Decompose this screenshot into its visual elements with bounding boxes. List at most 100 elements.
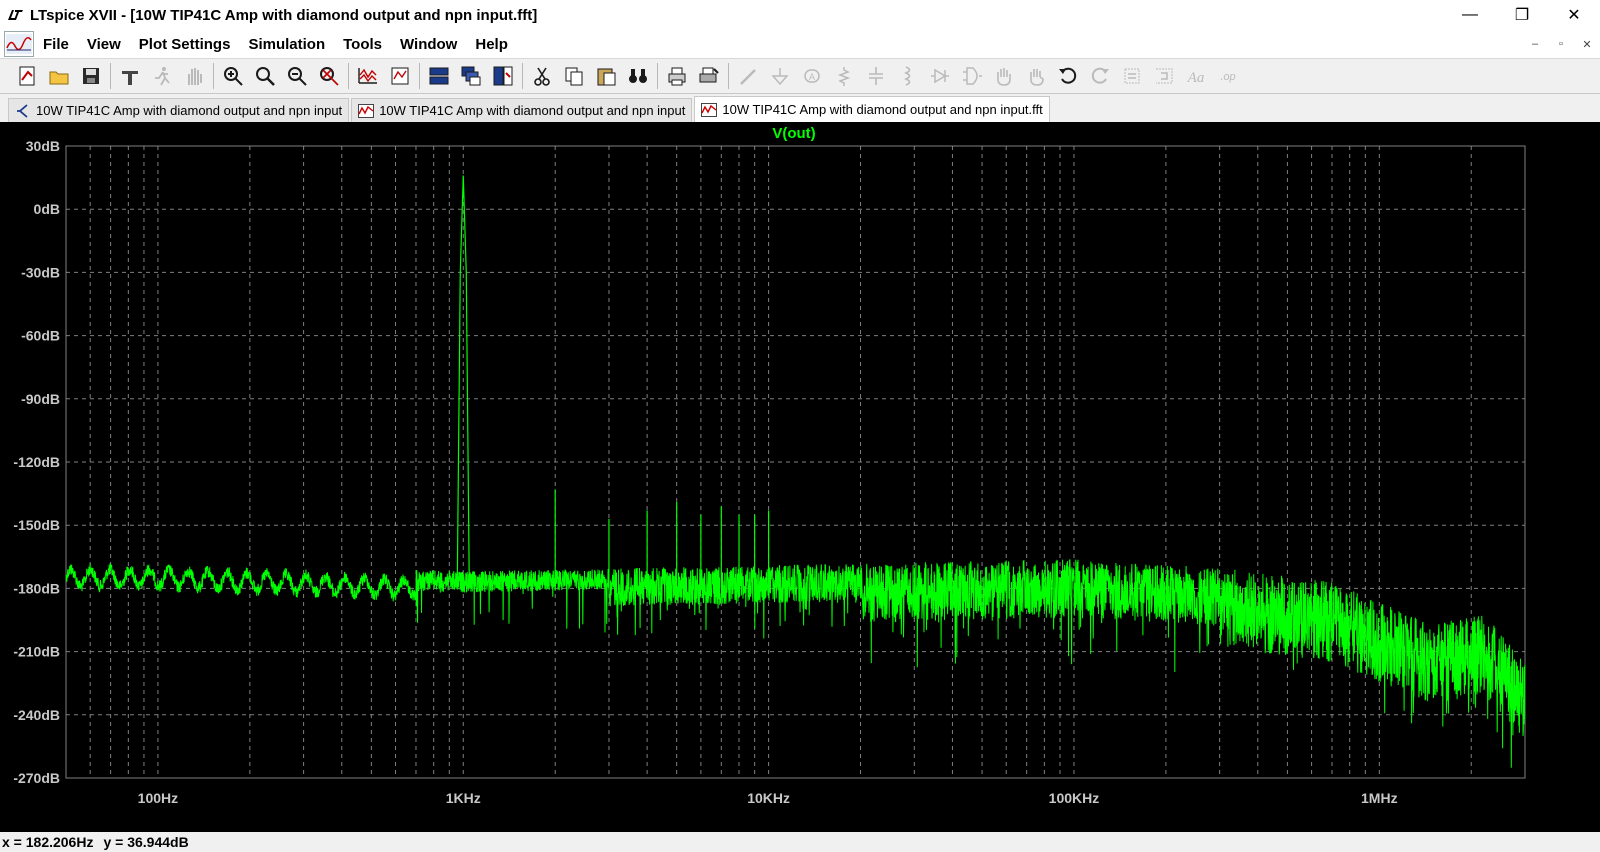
menu-tools[interactable]: Tools — [334, 36, 391, 53]
rotate-button[interactable] — [1119, 63, 1145, 89]
drag-hand-icon — [1030, 69, 1044, 86]
svg-text:Aa: Aa — [1187, 70, 1205, 86]
diode-button[interactable] — [927, 63, 953, 89]
new-schematic-button[interactable] — [14, 63, 40, 89]
plot-window-icon[interactable] — [4, 31, 34, 57]
toolbar-separator — [213, 63, 214, 89]
x-tick-label: 100Hz — [138, 790, 178, 806]
run-running-man-button[interactable] — [149, 63, 175, 89]
tab-schematic[interactable]: 10W TIP41C Amp with diamond output and n… — [8, 98, 350, 122]
y-tick-label: 0dB — [34, 201, 60, 217]
text-icon: Aa — [1187, 70, 1205, 86]
svg-text:.op: .op — [1220, 71, 1235, 83]
resistor-button[interactable] — [831, 63, 857, 89]
copy-button[interactable] — [561, 63, 587, 89]
tile-horizontal-button[interactable] — [426, 63, 452, 89]
control-panel-hammer-button[interactable] — [117, 63, 143, 89]
menu-window[interactable]: Window — [391, 36, 466, 53]
zoom-out-button[interactable] — [284, 63, 310, 89]
tile-vertical-button[interactable] — [490, 63, 516, 89]
diode-icon — [931, 68, 949, 84]
fft-chart[interactable]: 30dB 0dB -30dB -60dB -90dB -120dB -150dB -180dB… — [0, 122, 1600, 832]
x-tick-label: 10KHz — [747, 790, 790, 806]
draw-wire-button[interactable] — [735, 63, 761, 89]
zoom-box-button[interactable] — [252, 63, 278, 89]
draw-wire-icon — [740, 69, 756, 85]
mirror-icon — [1156, 68, 1173, 84]
menu-help[interactable]: Help — [466, 36, 517, 53]
y-tick-label: -60dB — [21, 328, 60, 344]
menu-file[interactable]: File — [34, 36, 78, 53]
title-bar: LTspice XVII - [10W TIP41C Amp with diam… — [0, 0, 1600, 30]
print-button[interactable] — [664, 63, 690, 89]
label-net-button[interactable]: A — [799, 63, 825, 89]
mdi-close-button[interactable]: ✕ — [1574, 30, 1600, 58]
print-setup-button[interactable] — [696, 63, 722, 89]
window-title: LTspice XVII - [10W TIP41C Amp with diam… — [30, 6, 538, 24]
menu-plot-settings[interactable]: Plot Settings — [130, 36, 240, 53]
trace-vout-noise[interactable] — [65, 559, 1526, 768]
redo-button[interactable] — [1087, 63, 1113, 89]
svg-text:A: A — [809, 72, 815, 82]
y-tick-label: -240dB — [13, 707, 60, 723]
tab-label: 10W TIP41C Amp with diamond output and n… — [379, 103, 686, 118]
menu-bar: File View Plot Settings Simulation Tools… — [0, 30, 1600, 58]
paste-button[interactable] — [593, 63, 619, 89]
tile-horizontal-icon — [429, 67, 449, 85]
x-tick-label: 1MHz — [1361, 790, 1398, 806]
find-binoculars-icon — [629, 69, 647, 83]
x-tick-label: 1KHz — [446, 790, 481, 806]
y-tick-label: -90dB — [21, 391, 60, 407]
text-button[interactable]: Aa — [1183, 63, 1209, 89]
halt-hand-button[interactable] — [181, 63, 207, 89]
zoom-cancel-button[interactable] — [316, 63, 342, 89]
open-folder-button[interactable] — [46, 63, 72, 89]
y-tick-label: -120dB — [13, 454, 60, 470]
menu-view[interactable]: View — [78, 36, 130, 53]
pick-visible-traces-button[interactable] — [387, 63, 413, 89]
mdi-minimize-button[interactable]: – — [1522, 30, 1548, 58]
minimize-button[interactable]: — — [1444, 0, 1496, 30]
move-hand-icon — [997, 68, 1011, 86]
menu-simulation[interactable]: Simulation — [239, 36, 334, 53]
undo-icon — [1059, 67, 1077, 84]
close-button[interactable]: ✕ — [1548, 0, 1600, 30]
y-tick-label: -150dB — [13, 517, 60, 533]
mdi-restore-button[interactable]: ▫ — [1548, 30, 1574, 58]
tab-waveform[interactable]: 10W TIP41C Amp with diamond output and n… — [351, 98, 693, 122]
autorange-plot-button[interactable] — [355, 63, 381, 89]
tab-fft[interactable]: 10W TIP41C Amp with diamond output and n… — [694, 96, 1050, 122]
toolbar-separator — [419, 63, 420, 89]
autorange-plot-icon — [358, 68, 377, 84]
inductor-icon — [903, 66, 911, 86]
new-schematic-icon — [19, 66, 35, 86]
ground-icon — [771, 68, 789, 86]
component-button[interactable] — [959, 63, 985, 89]
drag-hand-button[interactable] — [1023, 63, 1049, 89]
trace-label-vout[interactable]: V(out) — [772, 125, 815, 142]
cut-scissors-button[interactable] — [529, 63, 555, 89]
find-binoculars-button[interactable] — [625, 63, 651, 89]
ground-button[interactable] — [767, 63, 793, 89]
spice-directive-button[interactable]: .op — [1215, 63, 1241, 89]
cascade-windows-button[interactable] — [458, 63, 484, 89]
restore-button[interactable]: ❐ — [1496, 0, 1548, 30]
toolbar: A Aa .op — [0, 58, 1600, 94]
zoom-in-button[interactable] — [220, 63, 246, 89]
fft-plot[interactable]: 30dB 0dB -30dB -60dB -90dB -120dB -150dB -180dB… — [0, 122, 1600, 832]
cursor-y-readout: y = 36.944dB — [103, 834, 189, 850]
move-hand-button[interactable] — [991, 63, 1017, 89]
zoom-out-icon — [288, 67, 307, 86]
zoom-cancel-icon — [320, 67, 339, 86]
inductor-button[interactable] — [895, 63, 921, 89]
save-disk-button[interactable] — [78, 63, 104, 89]
capacitor-button[interactable] — [863, 63, 889, 89]
cascade-windows-icon — [461, 66, 481, 86]
run-running-man-icon — [155, 67, 170, 86]
y-tick-label: -270dB — [13, 770, 60, 786]
save-disk-icon — [83, 68, 99, 84]
undo-button[interactable] — [1055, 63, 1081, 89]
document-tabs: 10W TIP41C Amp with diamond output and n… — [0, 95, 1600, 122]
mirror-button[interactable] — [1151, 63, 1177, 89]
status-bar: x = 182.206Hz y = 36.944dB — [0, 832, 1600, 852]
